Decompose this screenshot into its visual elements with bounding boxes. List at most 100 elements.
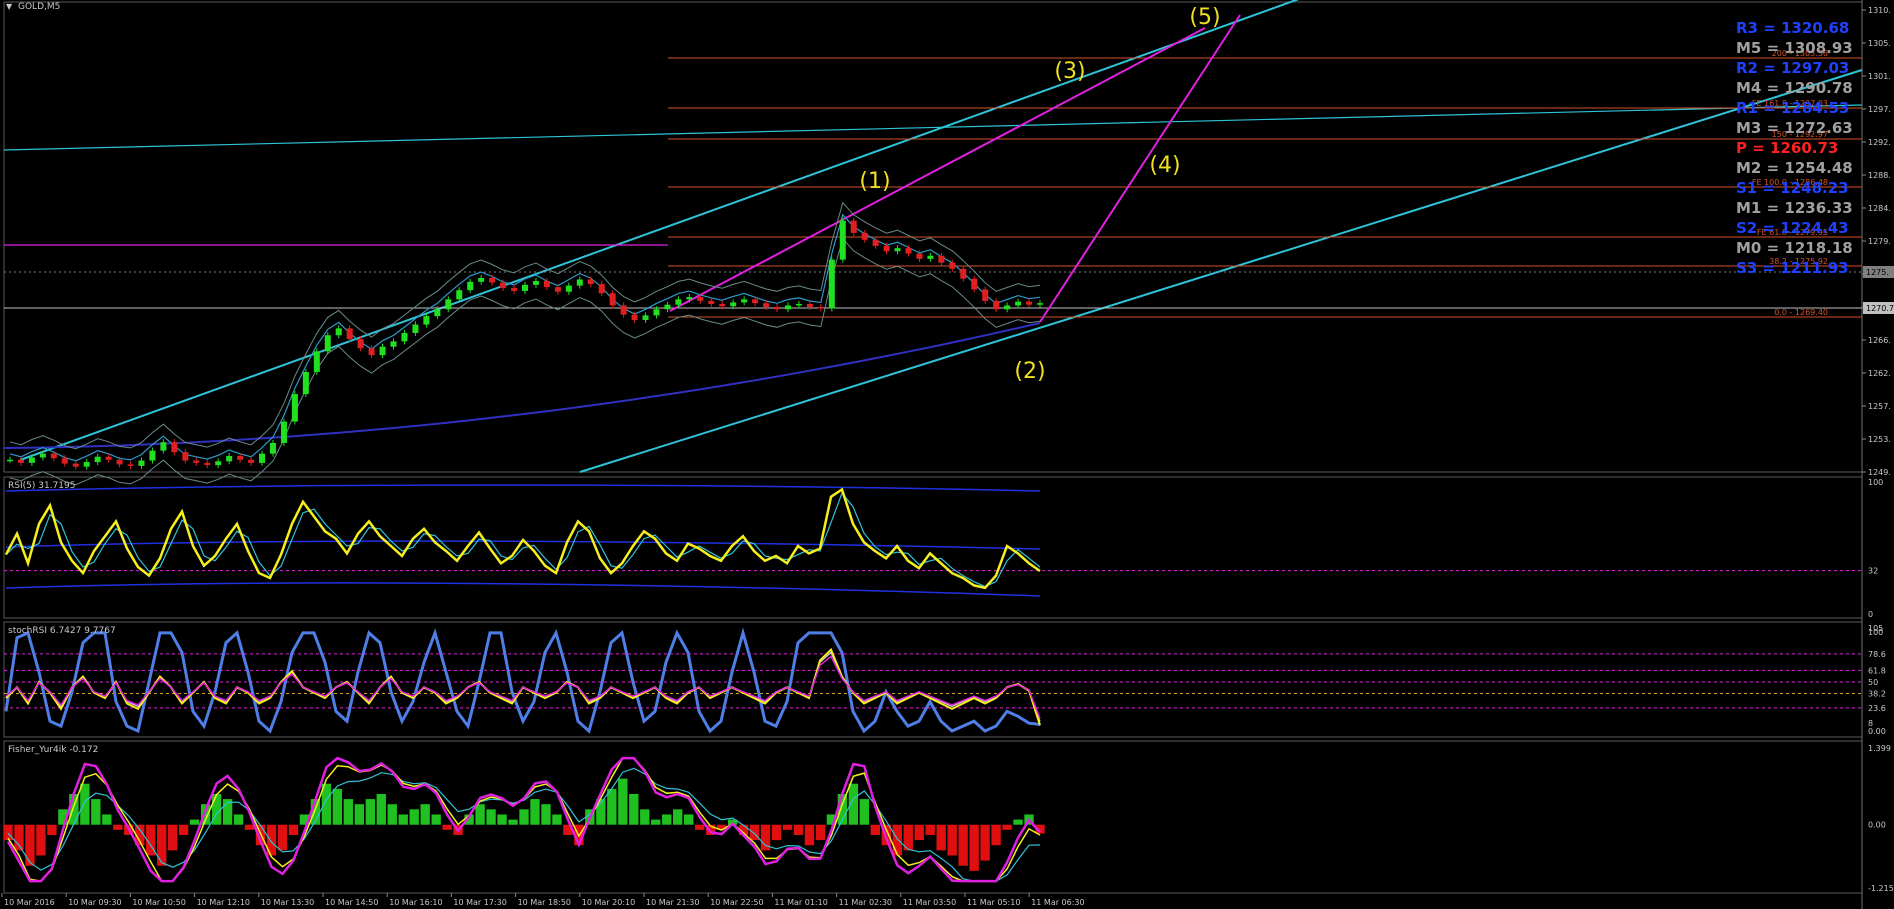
pivot-label: R3 = 1320.68: [1736, 19, 1849, 37]
fisher-bar: [431, 814, 441, 825]
price-tick-label: 1284.: [1868, 204, 1891, 213]
fisher-bar: [189, 819, 200, 825]
candle-body: [7, 459, 13, 462]
fisher-bar: [398, 814, 408, 825]
time-tick-label: 10 Mar 14:50: [325, 898, 378, 907]
fisher-bar: [947, 824, 957, 856]
pivot-label: M0 = 1218.18: [1736, 239, 1853, 257]
candle-body: [434, 309, 441, 317]
candle-body: [763, 303, 770, 307]
candle-body: [774, 306, 781, 310]
time-tick-label: 11 Mar 02:30: [839, 898, 892, 907]
fisher-bar: [530, 799, 540, 825]
fisher-bar: [651, 819, 661, 825]
fisher-bar: [3, 824, 13, 841]
price-tick-label: 1266.: [1868, 336, 1891, 345]
candle-body: [412, 324, 419, 333]
candle-body: [346, 328, 353, 340]
candle-body: [445, 299, 452, 310]
candle-body: [576, 279, 583, 286]
fisher-bar: [1013, 819, 1023, 825]
candle-body: [587, 279, 594, 285]
fisher-bar: [815, 824, 826, 841]
fisher-bar: [102, 814, 112, 825]
price-tick-label: 1297.: [1868, 105, 1891, 114]
candle-body: [500, 282, 507, 288]
candle-body: [401, 332, 408, 342]
candle-body: [259, 453, 266, 463]
fisher-bar: [640, 809, 650, 825]
price-tick-label: 1249.: [1868, 468, 1891, 477]
fisher-bar: [244, 824, 255, 830]
candle-body: [511, 287, 518, 291]
pivot-label: M5 = 1308.93: [1736, 39, 1853, 57]
candle-body: [949, 262, 956, 269]
fisher-bar: [157, 824, 167, 866]
candle-body: [1037, 303, 1043, 305]
fisher-bar: [552, 814, 562, 825]
candle-body: [894, 248, 901, 252]
price-marker-label: 1275.: [1866, 268, 1889, 277]
time-tick-label: 10 Mar 17:30: [453, 898, 506, 907]
fisher-tick-label: -1.215: [1868, 884, 1894, 893]
candle-body: [280, 421, 287, 443]
fisher-bar: [771, 824, 782, 841]
candle-body: [927, 255, 934, 259]
price-tick-label: 1305.: [1868, 39, 1891, 48]
price-marker-label: 1270.7: [1866, 304, 1894, 313]
time-tick-label: 10 Mar 22:50: [710, 898, 763, 907]
fisher-bar: [25, 824, 35, 866]
candle-body: [1026, 301, 1033, 305]
stoch-tick-label: 38.2: [1868, 690, 1886, 699]
fisher-bar: [91, 799, 101, 825]
price-tick-label: 1292.: [1868, 138, 1891, 147]
fisher-bar: [288, 824, 299, 835]
candle-body: [215, 461, 222, 466]
fisher-bar: [859, 799, 870, 825]
candle-body: [478, 277, 485, 282]
fisher-bar: [365, 799, 375, 825]
fisher-bar: [541, 804, 551, 825]
candle-body: [565, 285, 572, 292]
fisher-bar: [332, 788, 343, 825]
candle-body: [861, 232, 868, 240]
fisher-bar: [167, 824, 178, 851]
candle-body: [204, 462, 211, 466]
time-tick-label: 11 Mar 06:30: [1031, 898, 1084, 907]
candle-body: [237, 455, 244, 460]
price-tick-label: 1262.: [1868, 369, 1891, 378]
price-tick-label: 1257.: [1868, 402, 1891, 411]
candle-body: [39, 453, 46, 458]
candle-body: [28, 457, 35, 463]
candle-body: [324, 335, 331, 352]
candle-body: [368, 348, 375, 356]
candle-body: [686, 297, 693, 300]
fisher-bar: [36, 824, 46, 856]
candle-body: [828, 259, 835, 309]
stoch-tick-label: 100: [1868, 628, 1883, 637]
candle-body: [532, 281, 539, 285]
fisher-bar: [442, 824, 452, 830]
fisher-bar: [376, 793, 386, 825]
candle-body: [105, 456, 112, 460]
fisher-bar: [662, 814, 672, 825]
candle-body: [543, 281, 550, 288]
fisher-bar: [178, 824, 189, 835]
fisher-bar: [475, 804, 485, 825]
rsi-tick-label: 100: [1868, 478, 1883, 487]
time-tick-label: 11 Mar 01:10: [774, 898, 827, 907]
rsi-tick-label: 0: [1868, 610, 1873, 619]
pivot-label: M1 = 1236.33: [1736, 199, 1853, 217]
candle-body: [248, 459, 255, 463]
candle-body: [741, 299, 748, 303]
symbol-title: GOLD,M5: [18, 2, 60, 12]
candle-body: [17, 459, 24, 463]
candle-body: [72, 463, 79, 467]
candle-body: [149, 450, 156, 461]
fisher-bar: [343, 799, 354, 825]
fisher-bar: [233, 814, 244, 825]
fisher-bar: [914, 824, 924, 841]
candle-body: [127, 464, 134, 466]
candle-body: [675, 299, 682, 305]
candle-body: [664, 304, 671, 310]
